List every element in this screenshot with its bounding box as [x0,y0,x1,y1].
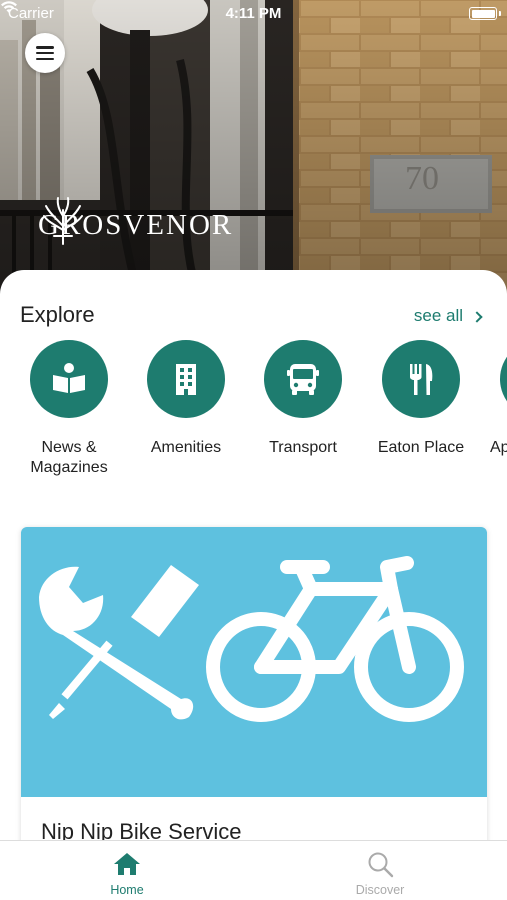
wheatsheaf-logo-icon [43,197,83,245]
see-all-link[interactable]: see all [414,306,487,326]
category-label: Eaton Place [377,439,465,456]
category-icon-button [264,340,342,418]
bus-icon [287,364,319,395]
home-icon [114,853,140,875]
tab-discover[interactable]: Discover [320,849,440,897]
category-news-magazines[interactable]: News & Magazines [14,340,124,478]
battery-icon [469,7,501,20]
bicycle-icon [206,556,464,722]
status-bar: Carrier 4:11 PM [0,0,507,28]
category-icon-button [382,340,460,418]
category-amenities[interactable]: Amenities [131,340,241,458]
explore-category-carousel[interactable]: News & Magazines Amenities Transport Eat… [0,340,507,490]
category-label: Transport [269,439,337,456]
card-image [21,527,487,797]
category-eaton-place[interactable]: Eaton Place [366,340,476,458]
search-icon [368,852,394,878]
hero-image: 70 Carrier 4:11 PM GROSVENOR [0,0,507,300]
category-label: Ap [490,439,507,456]
category-icon-button [500,340,507,418]
status-time: 4:11 PM [225,5,282,22]
category-label: News & Magazines [30,439,108,476]
wrench-screwdriver-bicycle-illustration [39,556,464,722]
tab-discover-label: Discover [355,883,405,897]
category-icon-button [30,340,108,418]
featured-card[interactable]: Nip Nip Bike Service [21,527,487,840]
category-transport[interactable]: Transport [248,340,358,458]
house-number-plaque: 70 [405,160,439,197]
menu-button[interactable] [25,33,65,73]
category-icon-button [147,340,225,418]
explore-header: Explore see all [20,302,487,332]
hamburger-menu-icon [36,46,54,60]
utensils-icon [410,364,433,395]
content-sheet: Explore see all News & Magazines Ameniti… [0,270,507,840]
card-title: Nip Nip Bike Service [41,819,242,840]
hero-photo-illustration [0,0,507,300]
category-label: Amenities [150,439,222,456]
brand-logo: GROSVENOR [38,196,233,246]
category-partial[interactable]: Ap [478,340,507,458]
book-reader-icon [53,363,85,393]
see-all-label: see all [413,306,463,325]
building-icon [176,364,196,395]
chevron-right-icon [471,310,483,323]
wrench-screwdriver-icon [39,565,199,720]
tab-home-label: Home [110,883,144,897]
tab-bar: Home Discover [0,840,507,900]
explore-title: Explore [20,302,95,327]
tab-home[interactable]: Home [67,849,187,897]
